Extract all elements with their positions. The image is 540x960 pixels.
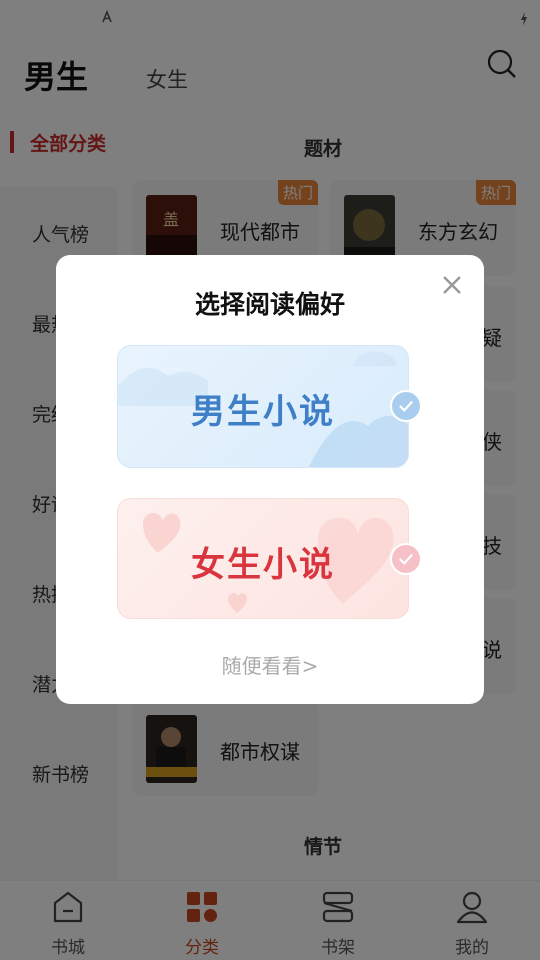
male-novel-option[interactable]: 男生小说	[117, 345, 409, 468]
browse-casually-link[interactable]: 随便看看>	[56, 650, 484, 679]
close-icon[interactable]	[440, 273, 464, 297]
check-icon	[390, 390, 422, 422]
female-option-label: 女生小说	[191, 545, 335, 585]
dialog-title: 选择阅读偏好	[194, 290, 345, 319]
male-option-label: 男生小说	[191, 392, 335, 432]
reading-preference-dialog: 选择阅读偏好 男生小说 女生小说 随便看看>	[56, 255, 484, 704]
female-novel-option[interactable]: 女生小说	[117, 498, 409, 619]
check-icon	[390, 543, 422, 575]
